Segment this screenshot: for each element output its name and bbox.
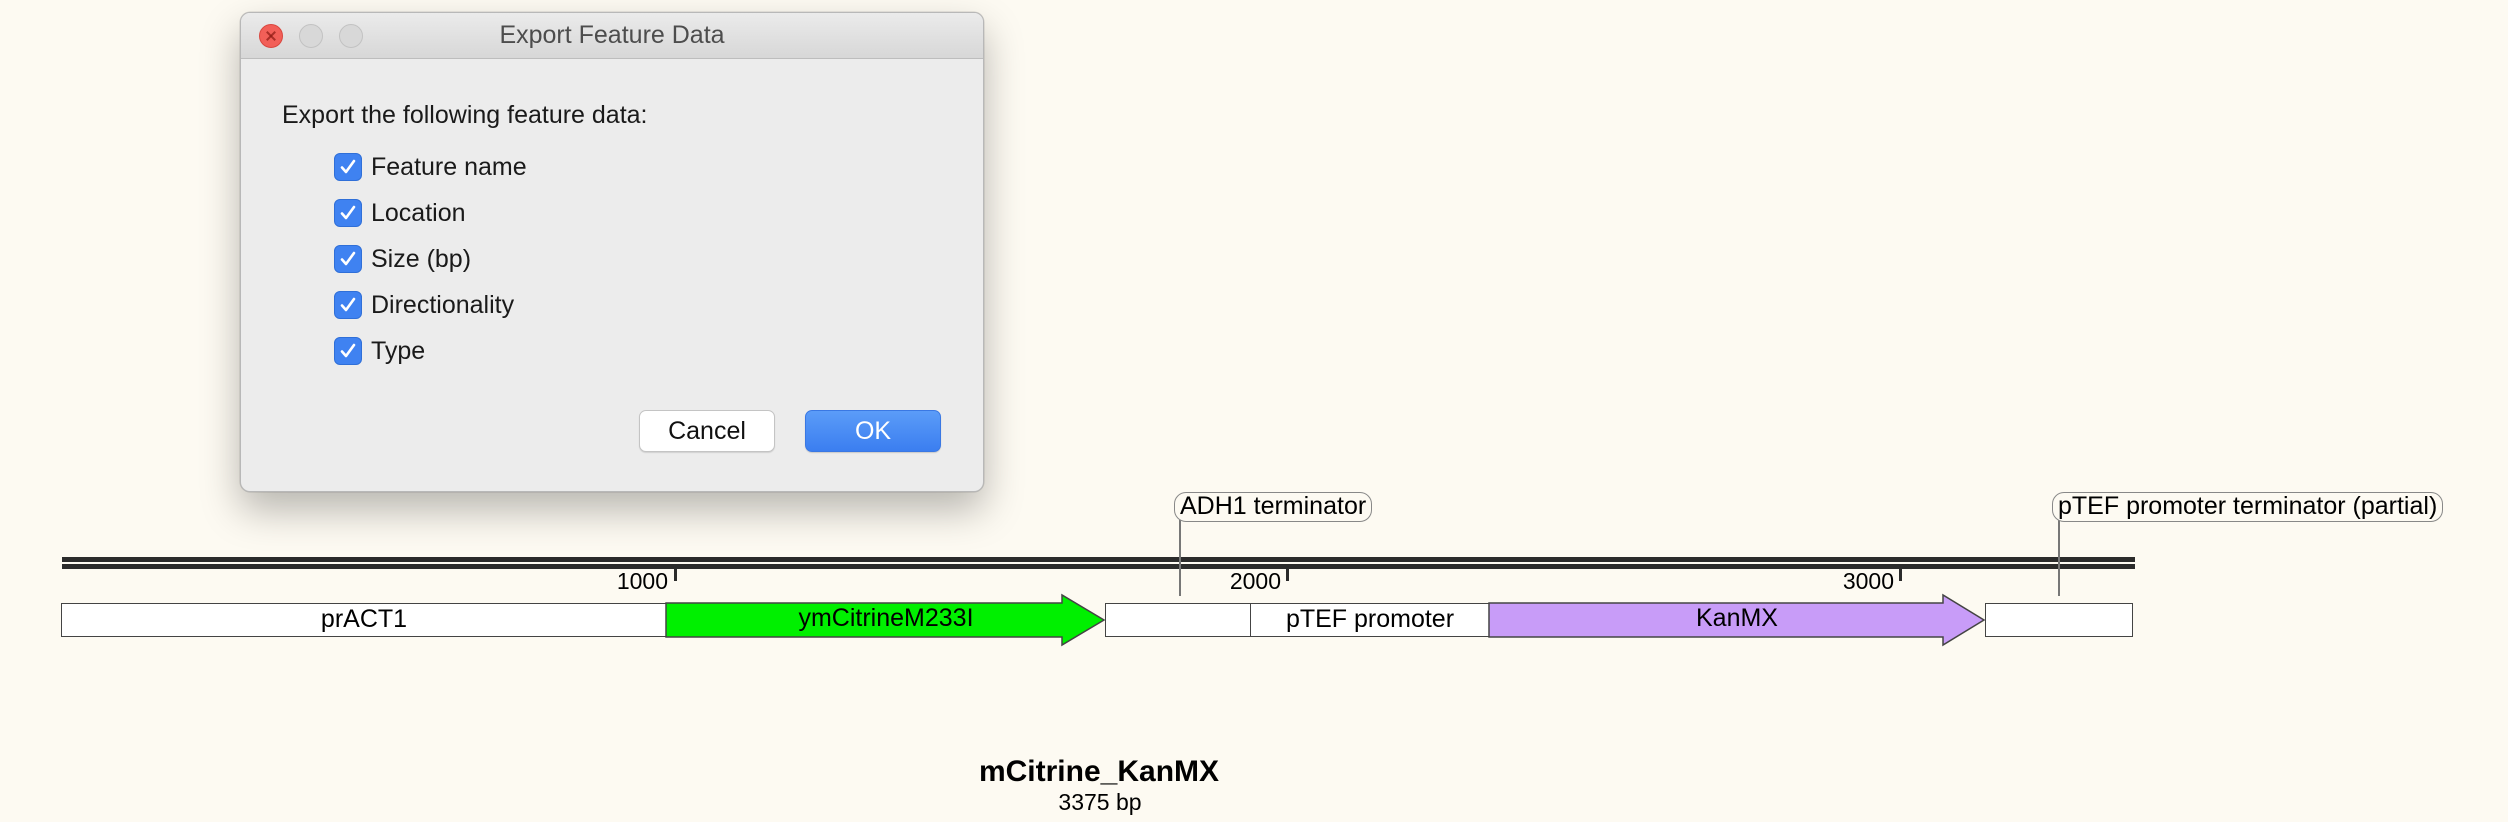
- ruler-tick-mark: [674, 568, 677, 581]
- ruler-tick-mark: [1286, 568, 1289, 581]
- feature-ymcitrinem233i[interactable]: ymCitrineM233I: [665, 593, 1106, 647]
- checkbox-checked-icon[interactable]: [334, 245, 362, 273]
- dialog-titlebar[interactable]: Export Feature Data: [241, 13, 983, 59]
- feature-ptef-terminator[interactable]: [1985, 603, 2133, 637]
- ruler-tick-label: 2000: [1229, 568, 1281, 594]
- callout-leader-line: [1179, 520, 1181, 596]
- sequence-strand-bottom: [62, 564, 2135, 569]
- sequence-length: 3375 bp: [1058, 789, 1142, 815]
- checkbox-checked-icon[interactable]: [334, 199, 362, 227]
- checkbox-checked-icon[interactable]: [334, 291, 362, 319]
- ok-button[interactable]: OK: [805, 410, 941, 452]
- feature-pract1[interactable]: prACT1: [61, 603, 667, 637]
- ruler-tick-mark: [1899, 568, 1902, 581]
- feature-label: prACT1: [320, 605, 408, 633]
- checkbox-checked-icon[interactable]: [334, 153, 362, 181]
- sequence-strand-top: [62, 557, 2135, 562]
- option-label: Directionality: [371, 291, 515, 319]
- feature-label: pTEF promoter: [1285, 605, 1455, 633]
- option-label: Size (bp): [371, 245, 472, 273]
- checkbox-checked-icon[interactable]: [334, 337, 362, 365]
- ruler-tick-label: 3000: [1842, 568, 1894, 594]
- feature-callout-adh1-terminator[interactable]: ADH1 terminator: [1174, 492, 1373, 522]
- callout-leader-line: [2058, 520, 2060, 596]
- option-label: Location: [371, 199, 466, 227]
- ruler-tick-label: 1000: [616, 568, 668, 594]
- dialog-title: Export Feature Data: [499, 21, 725, 49]
- export-feature-data-dialog: Export Feature Data Export the following…: [240, 12, 984, 492]
- feature-label: KanMX: [1696, 604, 1778, 632]
- dialog-prompt: Export the following feature data:: [282, 101, 648, 129]
- cancel-button[interactable]: Cancel: [639, 410, 775, 452]
- feature-callout-ptef-terminator[interactable]: pTEF promoter terminator (partial): [2052, 492, 2444, 522]
- option-label: Type: [371, 337, 426, 365]
- option-label: Feature name: [371, 153, 527, 181]
- feature-adh1-terminator[interactable]: [1105, 603, 1251, 637]
- feature-ptef-promoter[interactable]: pTEF promoter: [1250, 603, 1490, 637]
- feature-label: ymCitrineM233I: [798, 604, 974, 632]
- sequence-name: mCitrine_KanMX: [978, 755, 1220, 788]
- feature-kanmx[interactable]: KanMX: [1488, 593, 1986, 647]
